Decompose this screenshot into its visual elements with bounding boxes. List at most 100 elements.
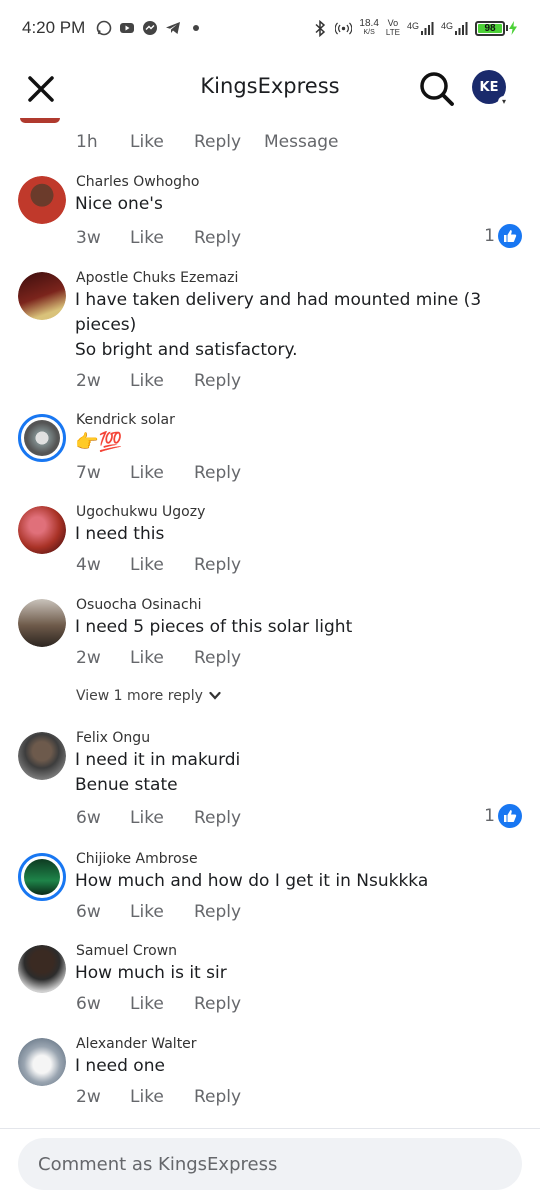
reply-button[interactable]: Reply <box>194 228 264 248</box>
comment-age: 7w <box>76 463 101 483</box>
comment-text: I need this <box>75 524 165 544</box>
comment-text: I need it in makurdi <box>75 750 241 770</box>
avatar <box>20 118 60 123</box>
signal-1: 4G <box>407 21 434 35</box>
avatar-initials: KE <box>479 79 499 95</box>
reply-button[interactable]: Reply <box>194 902 264 922</box>
divider <box>0 1128 540 1129</box>
avatar[interactable] <box>18 945 66 993</box>
comment-text: I need 5 pieces of this solar light <box>75 617 353 637</box>
like-button[interactable]: Like <box>130 555 194 575</box>
notification-icons <box>95 20 204 37</box>
net-speed-value: 18.4 <box>359 18 379 29</box>
comment-input-placeholder: Comment as KingsExpress <box>38 1153 278 1175</box>
cut-text <box>76 118 496 120</box>
reply-button[interactable]: Reply <box>194 1087 264 1107</box>
net-speed: 18.4 K/S <box>359 19 378 37</box>
reply-button[interactable]: Reply <box>194 994 264 1014</box>
comment-text: How much is it sir <box>75 963 227 983</box>
top-app-bar: KingsExpress KE ▾ <box>0 56 540 120</box>
like-button[interactable]: Like <box>130 648 194 668</box>
commenter-name[interactable]: Chijioke Ambrose <box>76 851 198 867</box>
profile-switcher[interactable]: KE ▾ <box>472 70 512 110</box>
comment-age: 2w <box>76 371 101 391</box>
system-icons: 18.4 K/S Vo LTE 4G 4G 98 <box>311 19 518 37</box>
thumbs-up-icon <box>498 804 522 828</box>
battery-level: 98 <box>478 23 502 33</box>
like-button[interactable]: Like <box>130 808 194 828</box>
more-dot-icon <box>187 20 204 37</box>
avatar[interactable] <box>18 732 66 780</box>
comment-actions: 6w Like Reply <box>76 994 264 1014</box>
thumbs-up-icon <box>498 224 522 248</box>
status-bar: 4:20 PM 18.4 K/S Vo LTE 4G 4G 98 <box>0 0 540 56</box>
avatar[interactable] <box>18 272 66 320</box>
comment-age: 6w <box>76 808 101 828</box>
volte-indicator: Vo LTE <box>385 18 400 38</box>
signal-bars-icon <box>420 22 434 35</box>
volte-top: Vo <box>387 18 399 28</box>
comment-text-line2: So bright and satisfactory. <box>75 340 298 360</box>
commenter-name[interactable]: Osuocha Osinachi <box>76 597 201 613</box>
comment-actions: 6w Like Reply <box>76 808 264 828</box>
reply-button[interactable]: Reply <box>194 371 264 391</box>
reply-button[interactable]: Reply <box>194 648 264 668</box>
page-title: KingsExpress <box>200 74 340 98</box>
comment-actions: 7w Like Reply <box>76 463 264 483</box>
like-button[interactable]: Like <box>130 902 194 922</box>
reaction-count[interactable]: 1 <box>484 804 522 828</box>
comment-age: 6w <box>76 902 101 922</box>
comment-text-line2: Benue state <box>75 775 178 795</box>
reply-button[interactable]: Reply <box>194 132 264 152</box>
view-more-label: View 1 more reply <box>76 688 203 704</box>
comment-input[interactable]: Comment as KingsExpress <box>18 1138 522 1190</box>
comment-age: 4w <box>76 555 101 575</box>
youtube-icon <box>118 20 135 37</box>
avatar[interactable] <box>18 176 66 224</box>
like-button[interactable]: Like <box>130 463 194 483</box>
commenter-name[interactable]: Samuel Crown <box>76 943 177 959</box>
commenter-name[interactable]: Kendrick solar <box>76 412 175 428</box>
hotspot-icon <box>335 20 353 37</box>
signal-2-label: 4G <box>440 21 453 31</box>
telegram-icon <box>164 20 181 37</box>
like-button[interactable]: Like <box>130 132 194 152</box>
avatar[interactable] <box>18 599 66 647</box>
battery-icon: 98 <box>475 20 518 36</box>
commenter-name[interactable]: Felix Ongu <box>76 730 150 746</box>
reply-button[interactable]: Reply <box>194 808 264 828</box>
reaction-count[interactable]: 1 <box>484 224 522 248</box>
commenter-name[interactable]: Apostle Chuks Ezemazi <box>76 270 238 286</box>
reply-button[interactable]: Reply <box>194 463 264 483</box>
like-button[interactable]: Like <box>130 228 194 248</box>
message-button[interactable]: Message <box>264 132 354 152</box>
comment-actions: 2w Like Reply <box>76 648 264 668</box>
comment-age: 1h <box>76 132 98 152</box>
commenter-name[interactable]: Ugochukwu Ugozy <box>76 504 205 520</box>
volte-bottom: LTE <box>385 28 400 37</box>
comment-text: How much and how do I get it in Nsukkka <box>75 871 429 891</box>
view-more-replies-button[interactable]: View 1 more reply <box>76 688 221 704</box>
comment-text: I have taken delivery and had mounted mi… <box>75 290 482 335</box>
like-button[interactable]: Like <box>130 1087 194 1107</box>
whatsapp-icon <box>95 20 112 37</box>
commenter-name[interactable]: Charles Owhogho <box>76 174 199 190</box>
reply-button[interactable]: Reply <box>194 555 264 575</box>
commenter-name[interactable]: Alexander Walter <box>76 1036 197 1052</box>
comment-actions: 2w Like Reply <box>76 1087 264 1107</box>
avatar[interactable] <box>18 414 66 462</box>
search-button[interactable] <box>418 70 456 108</box>
avatar[interactable] <box>18 1038 66 1086</box>
comment-actions: 6w Like Reply <box>76 902 264 922</box>
like-button[interactable]: Like <box>130 371 194 391</box>
comment-age: 3w <box>76 228 101 248</box>
net-speed-unit: K/S <box>363 29 375 36</box>
messenger-icon <box>141 20 158 37</box>
reaction-number: 1 <box>484 226 495 246</box>
signal-bars-icon <box>455 22 468 35</box>
avatar[interactable] <box>18 506 66 554</box>
search-icon <box>420 72 454 106</box>
avatar[interactable] <box>18 853 66 901</box>
like-button[interactable]: Like <box>130 994 194 1014</box>
signal-1-label: 4G <box>406 21 419 31</box>
